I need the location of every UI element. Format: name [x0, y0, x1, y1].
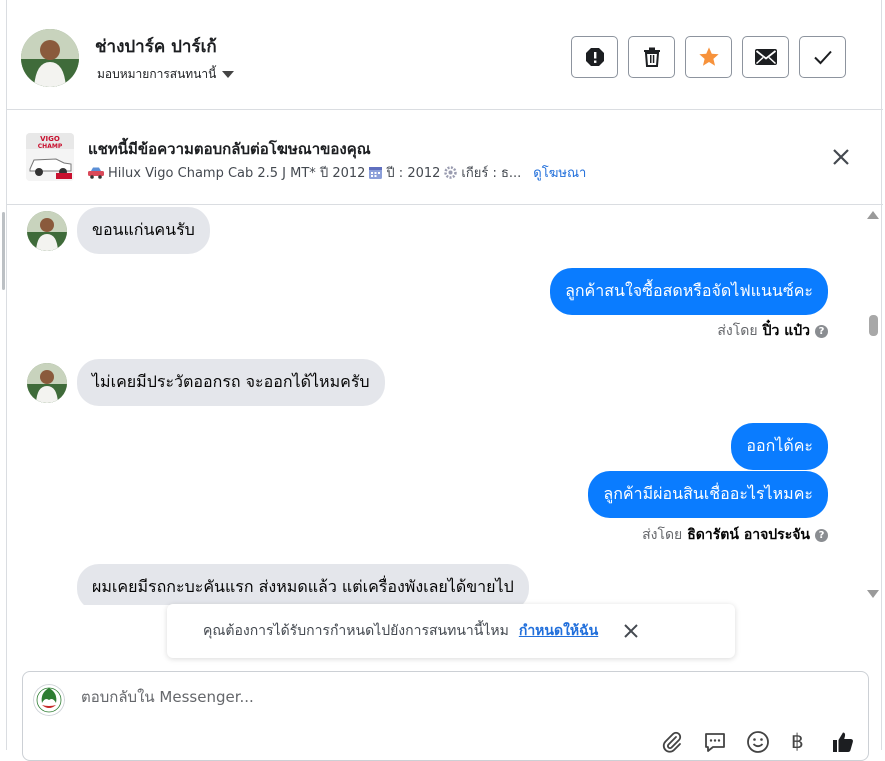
incoming-message: ขอนแก่นคนรับ: [27, 207, 210, 254]
reply-input[interactable]: [81, 688, 681, 706]
sent-by-prefix: ส่งโดย: [642, 527, 683, 543]
ad-details: Hilux Vigo Champ Cab 2.5 J MT* ปี 2012 ป…: [88, 162, 586, 183]
check-icon: [813, 50, 832, 65]
conversation-header: ช่างปาร์ค ปาร์เก้ มอบหมายการสนทนานี้: [7, 0, 883, 110]
ad-thumbnail[interactable]: VIGO CHAMP: [26, 133, 74, 181]
sender-name: ธิดารัตน์ อาจประจัน: [687, 527, 810, 543]
scrollbar-thumb[interactable]: [869, 315, 878, 336]
star-button[interactable]: [685, 36, 732, 78]
outgoing-message-bubble: ออกได้คะ: [731, 423, 828, 470]
message-bubble: ขอนแก่นคนรับ: [77, 207, 210, 254]
side-panel-handle[interactable]: [2, 212, 5, 290]
car-icon: [88, 167, 104, 179]
emoji-icon[interactable]: [746, 730, 770, 754]
view-ad-link[interactable]: ดูโฆษณา: [533, 162, 586, 183]
calendar-icon: [369, 167, 383, 179]
ad-reply-title: แชทนี้มีข้อความตอบกลับต่อโฆษณาของคุณ: [88, 140, 371, 158]
mark-spam-button[interactable]: [571, 36, 618, 78]
trash-icon: [643, 47, 660, 67]
sender-name: ปิ๋ว แป๋ว: [762, 323, 810, 339]
sent-by-prefix: ส่งโดย: [717, 323, 758, 339]
alert-icon: [585, 48, 604, 66]
svg-text:VIGO: VIGO: [40, 135, 60, 143]
close-icon[interactable]: [622, 622, 640, 640]
contact-avatar-small: [27, 210, 67, 251]
outgoing-message-bubble: ลูกค้าสนใจซื้อสดหรือจัดไฟแนนซ์คะ: [550, 268, 828, 315]
sent-by-label: ส่งโดย ธิดารัตน์ อาจประจัน ?: [642, 524, 828, 546]
contact-avatar[interactable]: [21, 29, 79, 87]
ad-gear-text: เกียร์ : ธ...: [461, 166, 522, 181]
message-thread: ขอนแก่นคนรับ ลูกค้าสนใจซื้อสดหรือจัดไฟแน…: [7, 205, 867, 605]
conversation-panel: ช่างปาร์ค ปาร์เก้ มอบหมายการสนทนานี้ VIG…: [2, 0, 883, 761]
reply-composer: ฿: [22, 671, 869, 761]
message-bubble: ผมเคยมีรถกะบะคันแรก ส่งหมดแล้ว แต่เครื่อ…: [77, 564, 529, 605]
help-icon[interactable]: ?: [815, 324, 828, 338]
sent-by-label: ส่งโดย ปิ๋ว แป๋ว ?: [717, 320, 828, 342]
star-icon: [698, 47, 719, 66]
delete-button[interactable]: [628, 36, 675, 78]
outgoing-message-bubble: ลูกค้ามีผ่อนสินเชื่ออะไรไหมคะ: [588, 471, 828, 518]
ad-reply-banner: VIGO CHAMP แชทนี้มีข้อความตอบกลับต่อโฆษณ…: [7, 110, 883, 205]
close-icon[interactable]: [831, 147, 851, 167]
scroll-down-arrow[interactable]: [867, 590, 879, 598]
contact-name: ช่างปาร์ค ปาร์เก้: [95, 37, 217, 57]
assign-conversation-dropdown[interactable]: มอบหมายการสนทนานี้: [97, 65, 235, 84]
help-icon[interactable]: ?: [815, 528, 828, 542]
assign-prompt-text: คุณต้องการได้รับการกำหนดไปยังการสนทนานี้…: [203, 623, 509, 639]
baht-icon[interactable]: ฿: [791, 729, 804, 753]
scroll-up-arrow[interactable]: [867, 211, 879, 219]
saved-reply-icon[interactable]: [703, 730, 727, 754]
contact-avatar-small: [27, 362, 67, 403]
message-bubble: ไม่เคยมีประวัตออกรถ จะออกได้ไหมครับ: [77, 359, 385, 406]
email-button[interactable]: [742, 36, 789, 78]
envelope-icon: [754, 49, 777, 65]
assign-prompt-toast: คุณต้องการได้รับการกำหนดไปยังการสนทนานี้…: [167, 604, 735, 658]
svg-text:CHAMP: CHAMP: [38, 143, 63, 150]
attachment-icon[interactable]: [660, 730, 684, 754]
mark-done-button[interactable]: [799, 36, 846, 78]
page-logo: [33, 684, 65, 716]
ad-year-text: ปี : 2012: [386, 166, 441, 181]
incoming-message: ผมเคยมีรถกะบะคันแรก ส่งหมดแล้ว แต่เครื่อ…: [77, 564, 529, 605]
gear-icon: [444, 166, 458, 179]
assign-to-me-link[interactable]: กำหนดให้ฉัน: [519, 620, 598, 642]
ad-detail-text: Hilux Vigo Champ Cab 2.5 J MT* ปี 2012: [108, 166, 366, 181]
like-icon[interactable]: [831, 730, 855, 754]
chevron-down-icon: [222, 71, 235, 78]
incoming-message: ไม่เคยมีประวัตออกรถ จะออกได้ไหมครับ: [27, 359, 385, 406]
assign-label: มอบหมายการสนทนานี้: [97, 67, 217, 81]
